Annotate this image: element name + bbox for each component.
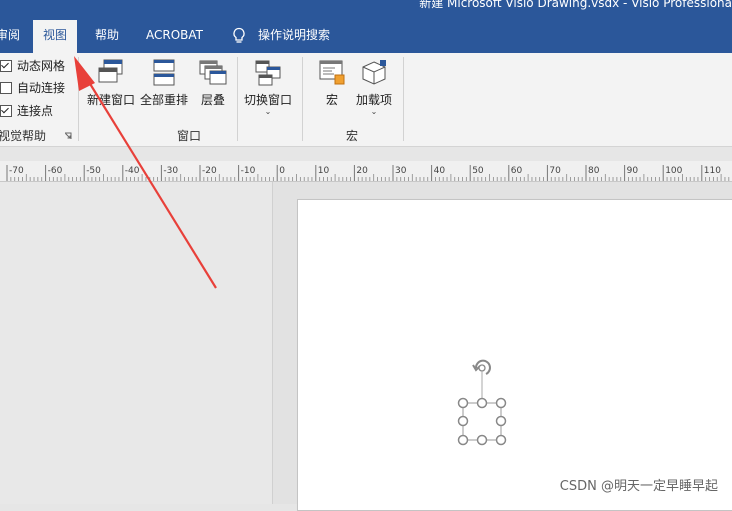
ruler-tick-label: 60 <box>510 166 523 176</box>
arrange-all-icon <box>153 59 175 86</box>
macros-button[interactable]: 宏 <box>314 58 350 108</box>
checkbox-dynamic-grid[interactable]: 动态网格 <box>0 57 65 75</box>
checkbox-label: 动态网格 <box>17 59 66 73</box>
group-separator <box>78 57 79 141</box>
checkbox-checked-icon[interactable] <box>0 59 12 72</box>
checkbox-label: 自动连接 <box>17 81 66 95</box>
switch-windows-icon <box>255 60 281 86</box>
ruler-tick-label: 90 <box>626 166 639 176</box>
ruler-tick-label: 20 <box>356 166 368 176</box>
canvas-background[interactable] <box>0 182 272 504</box>
chevron-down-icon: ⌄ <box>264 107 272 116</box>
ruler-tick-label: 80 <box>588 166 600 176</box>
rotation-handle-icon[interactable] <box>472 359 491 375</box>
ruler-tick-label: -70 <box>9 166 24 176</box>
ruler-tick-label: -30 <box>163 166 179 176</box>
watermark: CSDN @明天一定早睡早起 <box>559 479 718 494</box>
tell-me-search[interactable]: 操作说明搜索 <box>258 18 330 53</box>
group-separator <box>302 57 303 141</box>
window-title: 新建 Microsoft Visio Drawing.vsdx - Visio … <box>419 0 732 10</box>
ruler-tick-label: 40 <box>433 166 446 176</box>
ruler-tick-label: 100 <box>665 166 683 176</box>
new-window-button[interactable]: 新建窗口 <box>86 58 136 108</box>
macro-icon <box>319 60 345 85</box>
ruler-tick-label: 30 <box>395 166 407 176</box>
group-label-window: 窗口 <box>177 129 202 143</box>
checkbox-unchecked-icon[interactable] <box>0 81 12 94</box>
ribbon-tab-bar: 新建 Microsoft Visio Drawing.vsdx - Visio … <box>0 0 732 53</box>
tab-review[interactable]: 审阅 <box>0 18 20 53</box>
checkbox-checked-icon[interactable] <box>0 104 12 117</box>
chevron-down-icon: ⌄ <box>370 107 378 116</box>
tab-view[interactable]: 视图 <box>33 20 78 53</box>
arrange-all-button[interactable]: 全部重排 <box>139 58 189 108</box>
cascade-button[interactable]: 层叠 <box>196 58 230 108</box>
add-ins-button[interactable]: 加载项 ⌄ <box>352 58 396 116</box>
cascade-icon <box>199 60 227 85</box>
selection-handles[interactable] <box>457 397 507 446</box>
group-label-macros: 宏 <box>346 129 359 143</box>
ruler-tick-label: 70 <box>549 166 561 176</box>
add-ins-cube-icon <box>362 60 386 85</box>
ruler-tick-label: -60 <box>47 166 63 176</box>
ruler-tick-label: -10 <box>240 166 256 176</box>
switch-windows-button[interactable]: 切换窗口 ⌄ <box>243 58 293 116</box>
horizontal-ruler[interactable]: -70 -60 -50 -40 -30 -20 -10 0 10 20 30 40 50 60 70 80 90… <box>0 161 732 182</box>
selected-shape[interactable] <box>450 355 515 450</box>
checkbox-connection-points[interactable]: 连接点 <box>0 102 53 120</box>
tab-acrobat[interactable]: ACROBAT <box>146 18 203 53</box>
ribbon: 动态网格 自动连接 连接点 视觉帮助 新建窗口 全部重排 层叠 切换窗口 ⌄ 窗… <box>0 53 732 147</box>
lightbulb-icon[interactable] <box>232 27 246 45</box>
checkbox-auto-connect[interactable]: 自动连接 <box>0 79 65 97</box>
group-label-visual-aids: 视觉帮助 <box>0 129 47 143</box>
ruler-tick-label: -50 <box>86 166 101 176</box>
ruler-tick-label: 110 <box>703 166 721 176</box>
group-separator <box>237 57 238 141</box>
new-window-icon <box>98 59 123 83</box>
ruler-tick-label: 0 <box>279 166 285 176</box>
ruler-tick-label: 50 <box>472 166 484 176</box>
ruler-tick-label: -40 <box>124 166 140 176</box>
tab-help[interactable]: 帮助 <box>95 18 119 53</box>
ruler-tick-label: 10 <box>317 166 330 176</box>
dialog-launcher-icon[interactable] <box>64 132 72 140</box>
checkbox-label: 连接点 <box>17 104 54 118</box>
group-separator <box>403 57 404 141</box>
ruler-tick-label: -20 <box>202 166 217 176</box>
